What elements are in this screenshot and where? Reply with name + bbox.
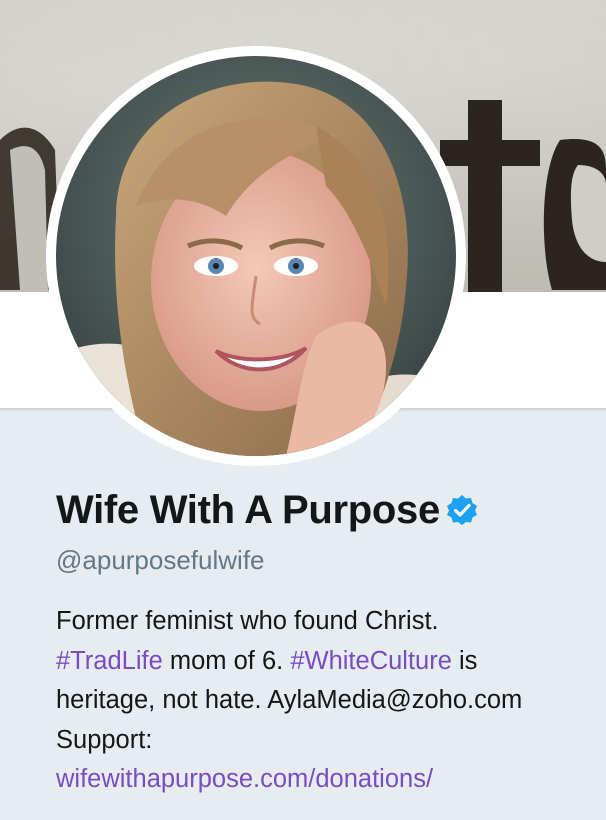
handle[interactable]: @apurposefulwife [56,542,596,578]
avatar[interactable] [56,56,456,456]
bio-line-1: Former feminist who found Christ. [56,607,439,635]
bio: Former feminist who found Christ. #TradL… [56,602,596,800]
bio-text: is [451,646,478,675]
display-name[interactable]: Wife With A Purpose [56,488,440,533]
avatar-photo [56,56,456,456]
donations-link[interactable]: wifewithapurpose.com/donations/ [56,760,596,800]
hashtag-tradlife-link[interactable]: #TradLife [56,647,163,675]
bio-line-2: #TradLife mom of 6. #WhiteCulture is [56,642,596,682]
display-name-row: Wife With A Purpose [56,482,596,538]
hashtag-whiteculture-link[interactable]: #WhiteCulture [290,647,452,675]
profile-info: Wife With A Purpose @apurposefulwife For… [56,482,596,800]
bio-line-3: heritage, not hate. AylaMedia@zoho.com [56,686,523,714]
bio-line-4: Support: [56,725,153,754]
verified-badge-icon [446,494,478,526]
bio-text: mom of 6. [162,646,291,675]
